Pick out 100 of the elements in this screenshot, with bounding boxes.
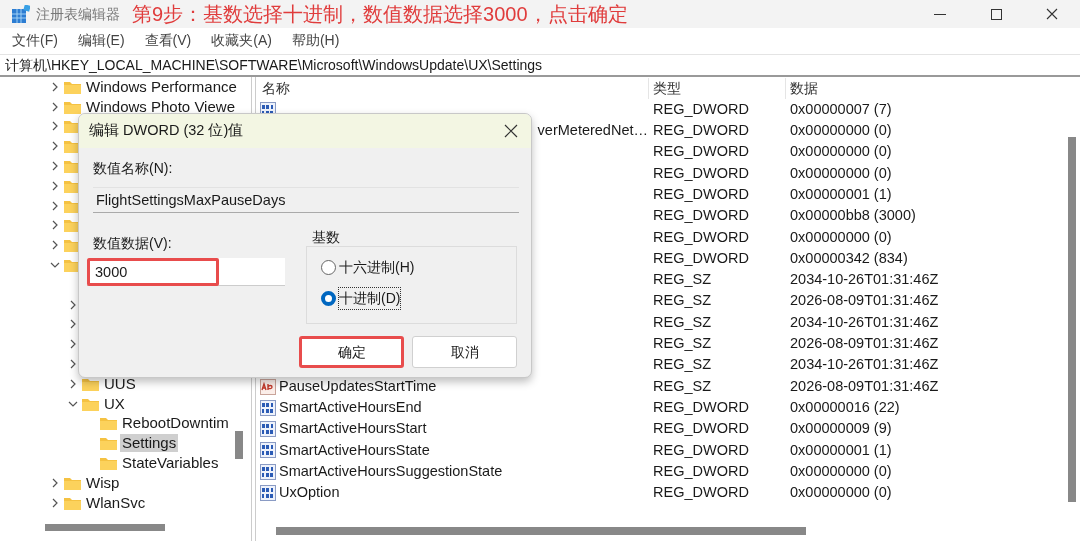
value-data: 0x00000342 (834)	[789, 248, 908, 268]
value-type: REG_DWORD	[652, 419, 750, 439]
binary-value-icon	[260, 442, 276, 459]
value-type: REG_SZ	[652, 312, 712, 332]
value-data: 0x00000000 (0)	[789, 121, 892, 141]
menu-item[interactable]: 收藏夹(A)	[211, 29, 272, 51]
column-header[interactable]: 类型	[649, 77, 786, 99]
value-type: REG_DWORD	[652, 206, 750, 226]
value-type: REG_DWORD	[652, 440, 750, 460]
field-label: 数值数据(V):	[93, 234, 173, 253]
value-type: REG_DWORD	[652, 163, 750, 183]
chevron-right-icon[interactable]	[50, 121, 60, 132]
binary-value-icon	[260, 463, 276, 480]
base-radio[interactable]: 十六进制(H)	[321, 257, 415, 278]
value-data-field[interactable]: 3000	[87, 258, 285, 286]
tree-item[interactable]: Settings	[120, 434, 179, 453]
folder-icon	[64, 475, 81, 490]
close-icon[interactable]	[504, 124, 518, 138]
folder-icon	[100, 416, 117, 431]
scrollbar-thumb[interactable]	[235, 431, 243, 459]
menu-item[interactable]: 编辑(E)	[77, 29, 125, 51]
dialog-button[interactable]: 确定	[299, 336, 404, 368]
menu-item[interactable]: 文件(F)	[12, 29, 58, 51]
field-label: 数值名称(N):	[93, 159, 174, 178]
chevron-right-icon[interactable]	[68, 299, 78, 310]
value-name[interactable]: SmartActiveHoursSuggestionState	[279, 460, 503, 483]
chevron-right-icon[interactable]	[50, 161, 60, 172]
step-annotation: 第9步：基数选择十进制，数值数据选择3000，点击确定	[132, 2, 628, 27]
value-name[interactable]: UxOption	[279, 482, 340, 504]
value-type: REG_DWORD	[652, 227, 750, 247]
value-data: 2034-10-26T01:31:46Z	[789, 312, 939, 332]
chevron-right-icon[interactable]	[50, 81, 60, 92]
value-data: 0x00000001 (1)	[789, 440, 892, 460]
value-data: 2026-08-09T01:31:46Z	[789, 376, 939, 396]
value-type: REG_DWORD	[652, 99, 750, 119]
value-type: REG_SZ	[652, 376, 712, 396]
menu-item[interactable]: 查看(V)	[144, 29, 192, 51]
scrollbar-thumb[interactable]	[276, 527, 806, 535]
chevron-right-icon[interactable]	[50, 200, 60, 211]
value-name[interactable]: SmartActiveHoursEnd	[279, 396, 422, 419]
chevron-right-icon[interactable]	[50, 497, 60, 508]
chevron-right-icon[interactable]	[50, 220, 60, 231]
value-name[interactable]: SmartActiveHoursStart	[279, 418, 427, 440]
chevron-right-icon[interactable]	[68, 378, 78, 389]
chevron-right-icon[interactable]	[68, 319, 78, 330]
value-data: 2034-10-26T01:31:46Z	[789, 270, 939, 290]
folder-icon	[64, 495, 81, 510]
chevron-right-icon[interactable]	[68, 339, 78, 350]
dialog-button[interactable]: 取消	[412, 336, 517, 368]
chevron-right-icon[interactable]	[50, 101, 60, 112]
folder-icon	[82, 376, 99, 391]
menu-item[interactable]: 帮助(H)	[291, 29, 340, 51]
chevron-right-icon[interactable]	[50, 141, 60, 152]
group-label: 基数	[312, 228, 340, 247]
value-type: REG_DWORD	[652, 142, 750, 162]
value-type: REG_DWORD	[652, 184, 750, 204]
value-data: 0x00000000 (0)	[789, 227, 892, 247]
value-type: REG_SZ	[652, 355, 712, 375]
value-name[interactable]: PauseUpdatesStartTime	[279, 375, 437, 398]
value-data: 0x00000001 (1)	[789, 184, 892, 204]
folder-icon	[82, 396, 99, 411]
value-type: REG_SZ	[652, 291, 712, 311]
registry-editor-icon	[12, 5, 30, 23]
value-data: 0x00000009 (9)	[789, 419, 892, 439]
window-title: 注册表编辑器	[36, 4, 120, 24]
value-name[interactable]: verMeteredNet…	[537, 120, 648, 142]
value-data: 0x00000000 (0)	[789, 142, 892, 162]
value-type: REG_DWORD	[652, 248, 750, 268]
value-data: 0x00000bb8 (3000)	[789, 206, 916, 226]
value-data: 0x00000016 (22)	[789, 397, 900, 417]
value-type: REG_DWORD	[652, 121, 750, 141]
value-data: 2034-10-26T01:31:46Z	[789, 355, 939, 375]
chevron-right-icon[interactable]	[50, 180, 60, 191]
value-type: REG_SZ	[652, 270, 712, 290]
chevron-right-icon[interactable]	[50, 477, 60, 488]
binary-value-icon	[260, 421, 276, 438]
value-data: 0x00000000 (0)	[789, 163, 892, 183]
folder-icon	[64, 79, 81, 94]
value-data: 2026-08-09T01:31:46Z	[789, 291, 939, 311]
chevron-right-icon[interactable]	[68, 359, 78, 370]
value-type: REG_DWORD	[652, 483, 750, 503]
binary-value-icon	[260, 399, 276, 416]
value-name[interactable]: SmartActiveHoursState	[279, 439, 430, 462]
value-data: 0x00000007 (7)	[789, 99, 892, 119]
value-data: 0x00000000 (0)	[789, 483, 892, 503]
scrollbar-thumb[interactable]	[45, 524, 165, 531]
base-radio[interactable]: 十进制(D)	[321, 288, 401, 309]
binary-value-icon	[260, 485, 276, 501]
column-header[interactable]: 数据	[786, 77, 818, 99]
value-name-field: FlightSettingsMaxPauseDays	[93, 187, 519, 213]
folder-icon	[64, 99, 81, 114]
scrollbar-thumb[interactable]	[1068, 137, 1076, 502]
folder-icon	[100, 436, 117, 451]
chevron-right-icon[interactable]	[50, 240, 60, 251]
value-data: 0x00000000 (0)	[789, 461, 892, 481]
folder-icon	[100, 456, 117, 471]
value-type: REG_DWORD	[652, 397, 750, 417]
dialog-title: 编辑 DWORD (32 位)值	[89, 121, 244, 141]
value-type: REG_SZ	[652, 334, 712, 354]
column-header[interactable]: 名称	[256, 77, 649, 99]
